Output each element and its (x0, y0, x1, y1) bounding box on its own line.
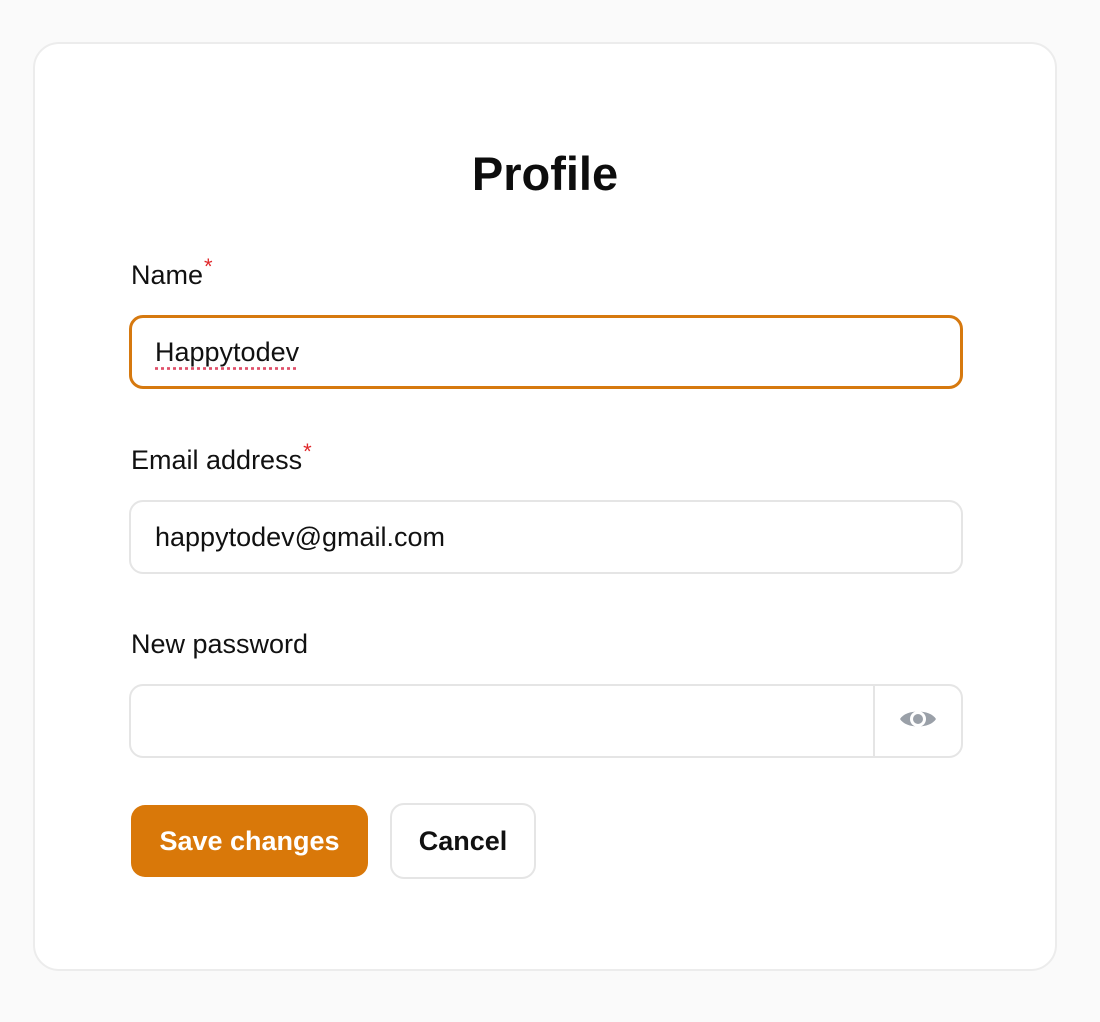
name-label: Name* (131, 254, 213, 291)
save-changes-button[interactable]: Save changes (131, 805, 368, 877)
page-title: Profile (471, 147, 619, 200)
eye-icon (898, 705, 938, 738)
name-value: Happytodev (155, 337, 300, 367)
password-label-text: New password (131, 629, 309, 659)
name-field[interactable]: Happytodev (129, 315, 963, 389)
password-field[interactable] (131, 686, 873, 756)
profile-card: Profile Name* Happytodev Email address* … (33, 42, 1057, 971)
password-label: New password (131, 628, 308, 660)
name-required-marker: * (204, 254, 213, 279)
email-required-marker: * (303, 439, 312, 464)
toggle-password-visibility-button[interactable] (873, 686, 961, 756)
password-field-group (129, 684, 963, 758)
email-value: happytodev@gmail.com (155, 522, 446, 552)
name-label-text: Name (131, 260, 204, 290)
cancel-button[interactable]: Cancel (390, 803, 536, 879)
email-label: Email address* (131, 439, 312, 476)
email-field[interactable]: happytodev@gmail.com (129, 500, 963, 574)
email-label-text: Email address (131, 445, 303, 475)
